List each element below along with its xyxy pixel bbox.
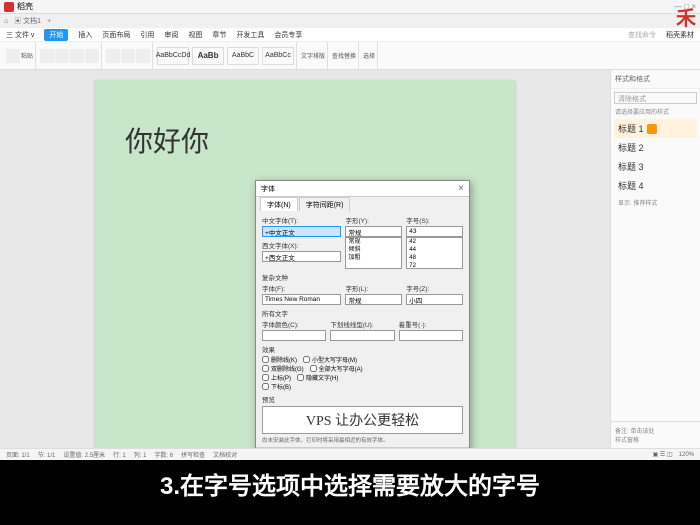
complex-font-input[interactable]	[262, 294, 341, 305]
style-item-h2[interactable]: 标题 2	[614, 138, 697, 157]
menu-view[interactable]: 视图	[188, 30, 202, 40]
close-icon[interactable]: ×	[458, 183, 464, 194]
app-title: 稻壳	[17, 1, 33, 12]
menu-vip[interactable]: 会员专享	[274, 30, 302, 40]
cn-font-label: 中文字体(T):	[262, 215, 341, 225]
chk-sub[interactable]: 下标(B)	[262, 382, 291, 391]
chk-hidden[interactable]: 隐藏文字(H)	[297, 373, 338, 382]
complex-style-input[interactable]	[345, 294, 402, 305]
style-input[interactable]	[345, 226, 402, 237]
chk-super[interactable]: 上标(P)	[262, 373, 291, 382]
allfont-section: 所有文字	[262, 308, 463, 318]
cn-font-input[interactable]	[262, 226, 341, 237]
tab-font[interactable]: 字体(N)	[260, 197, 298, 211]
panel-pane[interactable]: 样式窗格	[615, 435, 696, 444]
style-panel: 样式和格式 清除格式 请选择要应用的样式 标题 1 标题 2 标题 3 标题 4…	[610, 70, 700, 448]
indent-icon[interactable]	[136, 49, 150, 63]
find-replace[interactable]: 查找替换	[332, 51, 356, 60]
menu-file[interactable]: 三 文件 v	[6, 30, 34, 40]
statusbar: 页面: 1/1 节: 1/1 设置值: 2.5厘米 行: 1 列: 1 字数: …	[0, 448, 700, 460]
video-caption: 3.在字号选项中选择需要放大的字号	[0, 460, 700, 525]
status-proof[interactable]: 文档校对	[213, 450, 237, 459]
app-logo-icon	[4, 2, 14, 12]
panel-note: 备注: 单击该处	[615, 426, 696, 435]
style-show[interactable]: 显示: 推荐样式	[614, 195, 697, 210]
ribbon-toolbar: 粘贴 AaBbCcDd AaBb AaBbC AaBbCc 文字排版 查找替换 …	[0, 42, 700, 70]
status-pos[interactable]: 设置值: 2.5厘米	[63, 450, 105, 459]
text-layout[interactable]: 文字排版	[301, 51, 325, 60]
titlebar: 稻壳 — □ ×	[0, 0, 700, 14]
complex-size-input[interactable]	[406, 294, 463, 305]
en-font-input[interactable]	[262, 251, 341, 262]
menu-layout[interactable]: 页面布局	[102, 30, 130, 40]
status-col[interactable]: 列: 1	[134, 450, 147, 459]
tab-spacing[interactable]: 字符间距(R)	[299, 197, 351, 211]
chk-smallcaps[interactable]: 小型大写字母(M)	[303, 355, 357, 364]
font-tools-icon[interactable]	[40, 49, 54, 63]
watermark: 禾	[676, 2, 696, 31]
style-item-h4[interactable]: 标题 4	[614, 176, 697, 195]
preview-section: 预览	[262, 394, 463, 404]
complex-section: 复杂文种	[262, 272, 463, 282]
menu-home[interactable]: 开始	[44, 29, 68, 41]
list-icon[interactable]	[121, 49, 135, 63]
zoom-value[interactable]: 120%	[679, 452, 694, 458]
effects-section: 效果	[262, 344, 463, 354]
status-words[interactable]: 字数: 6	[154, 450, 173, 459]
bold-icon[interactable]	[55, 49, 69, 63]
paste-label[interactable]: 粘贴	[21, 51, 33, 60]
vip-icon	[647, 124, 657, 134]
menubar: 三 文件 v 开始 插入 页面布局 引用 审阅 视图 章节 开发工具 会员专享 …	[0, 28, 700, 42]
font-color-input[interactable]	[262, 330, 326, 341]
dialog-title: 字体	[261, 184, 275, 194]
style-label: 字形(Y):	[345, 215, 402, 225]
chk-dblstrike[interactable]: 双删除线(G)	[262, 364, 304, 373]
document-text[interactable]: 你好你	[125, 120, 485, 160]
font-dialog: 字体 × 字体(N) 字符间距(R) 中文字体(T): 西文字体(X): 字形(…	[255, 180, 470, 448]
menu-section[interactable]: 章节	[212, 30, 226, 40]
menu-extra[interactable]: 稻壳素材	[666, 30, 694, 40]
panel-title: 样式和格式	[611, 70, 700, 89]
new-tab-icon[interactable]: +	[47, 18, 51, 25]
style-item-h1[interactable]: 标题 1	[614, 119, 697, 138]
caption-text: 3.在字号选项中选择需要放大的字号	[160, 466, 540, 501]
doc-tab[interactable]: ▣ 文档1	[14, 16, 41, 26]
italic-icon[interactable]	[70, 49, 84, 63]
status-spell[interactable]: 拼写检查	[181, 450, 205, 459]
style-gallery[interactable]: AaBbCcDd AaBb AaBbC AaBbCc	[155, 42, 297, 69]
style-item-h3[interactable]: 标题 3	[614, 157, 697, 176]
status-section[interactable]: 节: 1/1	[38, 450, 56, 459]
underline-icon[interactable]	[85, 49, 99, 63]
panel-clear[interactable]: 清除格式	[614, 92, 697, 104]
home-tab-icon[interactable]: ⌂	[4, 18, 8, 25]
dialog-note: 尚未安装此字体，打印时将采用最相近的有效字体。	[262, 436, 463, 444]
status-page[interactable]: 页面: 1/1	[6, 450, 30, 459]
align-icon[interactable]	[106, 49, 120, 63]
preview-box: VPS 让办公更轻松	[262, 406, 463, 434]
menu-ref[interactable]: 引用	[140, 30, 154, 40]
style-list[interactable]: 常规倾斜加粗	[345, 237, 402, 269]
select-tool[interactable]: 选择	[363, 51, 375, 60]
size-label: 字号(S):	[406, 215, 463, 225]
menu-review[interactable]: 审阅	[164, 30, 178, 40]
status-line[interactable]: 行: 1	[113, 450, 126, 459]
doc-tabbar: ⌂ ▣ 文档1 +	[0, 14, 700, 28]
chk-strike[interactable]: 删除线(K)	[262, 355, 297, 364]
underline-input[interactable]	[330, 330, 394, 341]
view-mode-icon[interactable]: ▣ ☰ ◫	[653, 451, 673, 458]
panel-hint: 请选择要应用的样式	[611, 107, 700, 116]
menu-insert[interactable]: 插入	[78, 30, 92, 40]
chk-allcaps[interactable]: 全部大写字母(A)	[310, 364, 363, 373]
paste-icon[interactable]	[6, 49, 20, 63]
menu-dev[interactable]: 开发工具	[236, 30, 264, 40]
size-input[interactable]	[406, 226, 463, 237]
emphasis-input[interactable]	[399, 330, 463, 341]
size-list[interactable]: 42444872	[406, 237, 463, 269]
en-font-label: 西文字体(X):	[262, 240, 341, 250]
search-commands[interactable]: 查找命令	[628, 30, 656, 40]
